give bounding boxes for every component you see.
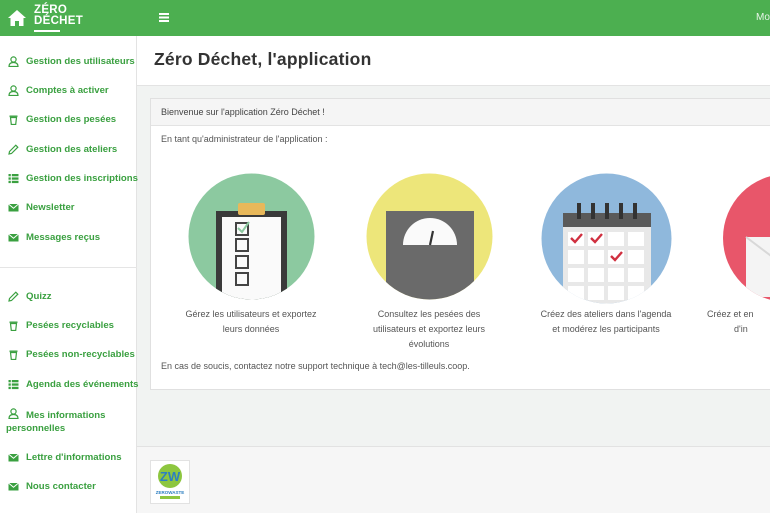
feature-newsletter: Créez et en d'in (701, 173, 770, 383)
logo-underline (34, 30, 60, 32)
feature-caption-line: Consultez les pesées des (377, 309, 481, 319)
trash-icon (9, 321, 18, 331)
feature-caption-line: évolutions (408, 339, 450, 349)
sidebar-item-label: Lettre d'informations (26, 452, 122, 463)
envelope-icon (8, 203, 19, 212)
pencil-icon (8, 144, 19, 155)
scale-icon (366, 173, 493, 300)
envelope-icon (8, 482, 19, 491)
user-icon (8, 85, 19, 96)
feature-caption: Créez et en d'in (707, 307, 770, 337)
footer-area (137, 447, 770, 513)
feature-caption-line: utilisateurs et exportez leurs (372, 324, 486, 334)
calendar-icon (541, 173, 672, 304)
feature-caption-line: et modérez les participants (552, 324, 660, 334)
zero-waste-logo[interactable]: ZW ZEROWASTE (150, 460, 190, 504)
sidebar-item-label: Nous contacter (26, 481, 96, 492)
feature-caption-line: Créez et en (707, 309, 754, 319)
panel-intro: En tant qu'administrateur de l'applicati… (161, 134, 328, 144)
trash-icon (9, 115, 18, 125)
user-icon (8, 56, 19, 67)
feature-caption-line: d'in (734, 324, 748, 334)
envelope-icon (723, 176, 770, 300)
feature-caption-line: leurs données (222, 324, 280, 334)
sidebar-item-label: Gestion des inscriptions (26, 173, 138, 184)
user-icon (8, 408, 19, 419)
feature-caption: Consultez les pesées des utilisateurs et… (344, 307, 514, 352)
logo-line-2: DÉCHET (34, 15, 84, 27)
support-note: En cas de soucis, contactez notre suppor… (161, 361, 470, 371)
feature-caption: Créez des ateliers dans l'agenda et modé… (521, 307, 691, 337)
sidebar-item-label-line2: personnelles (6, 423, 66, 434)
sidebar-divider (0, 267, 137, 268)
list-icon (8, 174, 19, 184)
svg-text:ZW: ZW (160, 469, 181, 484)
sidebar-item-label: Newsletter (26, 202, 75, 213)
panel-heading: Bienvenue sur l'application Zéro Déchet … (151, 99, 770, 126)
app-logo[interactable]: ZÉRO DÉCHET (34, 4, 84, 27)
user-menu[interactable]: Mo (756, 12, 770, 23)
trash-icon (9, 350, 18, 360)
panel-heading-text: Bienvenue sur l'application Zéro Déchet … (161, 107, 325, 117)
svg-text:ZEROWASTE: ZEROWASTE (156, 490, 185, 495)
sidebar-item-label: Gestion des utilisateurs (26, 56, 135, 67)
envelope-icon (8, 453, 19, 462)
sidebar-item-label: Agenda des événements (26, 379, 139, 390)
sidebar-item-label: Pesées recyclables (26, 320, 115, 331)
feature-caption-line: Gérez les utilisateurs et exportez (185, 309, 317, 319)
sidebar-item-label: Gestion des pesées (26, 114, 117, 125)
sidebar-item-label: Comptes à activer (26, 85, 109, 96)
list-icon (8, 380, 19, 390)
page-title: Zéro Déchet, l'application (154, 49, 372, 69)
page-header: Zéro Déchet, l'application (137, 36, 770, 86)
sidebar-item-label: Pesées non-recyclables (26, 349, 135, 360)
envelope-icon (8, 233, 19, 242)
checklist-icon (188, 173, 315, 300)
pencil-icon (8, 291, 19, 302)
welcome-panel: Bienvenue sur l'application Zéro Déchet … (150, 98, 770, 390)
zero-waste-logo-icon: ZW ZEROWASTE (156, 464, 185, 499)
menu-toggle-icon[interactable] (159, 13, 169, 22)
sidebar-item-label: Messages reçus (26, 232, 101, 243)
top-bar: ZÉRO DÉCHET Mo (0, 0, 770, 36)
sidebar: Gestion des utilisateurs Comptes à activ… (0, 36, 139, 513)
home-icon[interactable] (7, 9, 27, 27)
sidebar-item-label: Gestion des ateliers (26, 144, 118, 155)
feature-caption: Gérez les utilisateurs et exportez leurs… (166, 307, 336, 337)
feature-caption-line: Créez des ateliers dans l'agenda (540, 309, 672, 319)
sidebar-item-label: Quizz (26, 291, 52, 302)
sidebar-item-label: Mes informations (26, 410, 106, 421)
